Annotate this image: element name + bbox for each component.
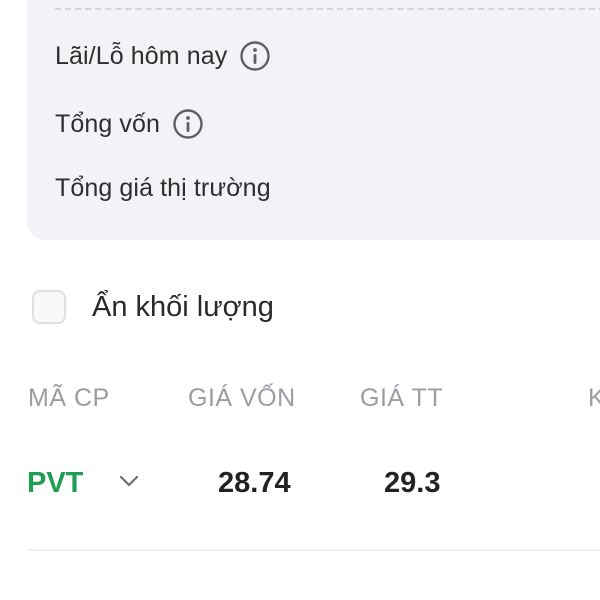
info-icon[interactable] [172, 108, 204, 140]
hide-volume-option[interactable]: Ẩn khối lượng [32, 290, 274, 324]
row-divider [27, 549, 600, 551]
today-pnl-label: Lãi/Lỗ hôm nay [55, 41, 228, 70]
stock-symbol[interactable]: PVT [27, 467, 83, 500]
total-capital-label: Tổng vốn [55, 109, 161, 138]
total-market-value-label: Tổng giá thị trường [55, 174, 271, 202]
hide-volume-label: Ẩn khối lượng [92, 290, 274, 323]
hide-volume-checkbox[interactable] [32, 290, 66, 324]
chevron-down-icon[interactable] [118, 473, 140, 489]
header-market-price[interactable]: GIÁ TT [360, 384, 443, 413]
header-volume[interactable]: K [588, 384, 600, 413]
cost-price-value: 28.74 [218, 467, 291, 499]
table-row[interactable]: PVT 28.74 29.3 [0, 455, 600, 515]
total-capital-row: Tổng vốn [55, 108, 204, 140]
total-market-value-row: Tổng giá thị trường [55, 174, 271, 203]
info-icon[interactable] [239, 40, 271, 72]
header-symbol[interactable]: MÃ CP [28, 384, 110, 413]
today-pnl-row: Lãi/Lỗ hôm nay [55, 40, 271, 72]
dashed-divider [55, 8, 600, 10]
market-price-value: 29.3 [384, 467, 441, 499]
header-cost-price[interactable]: GIÁ VỐN [188, 384, 296, 413]
portfolio-page: Lãi/Lỗ hôm nay Tổng vốn Tổng giá thị trư… [0, 0, 600, 600]
